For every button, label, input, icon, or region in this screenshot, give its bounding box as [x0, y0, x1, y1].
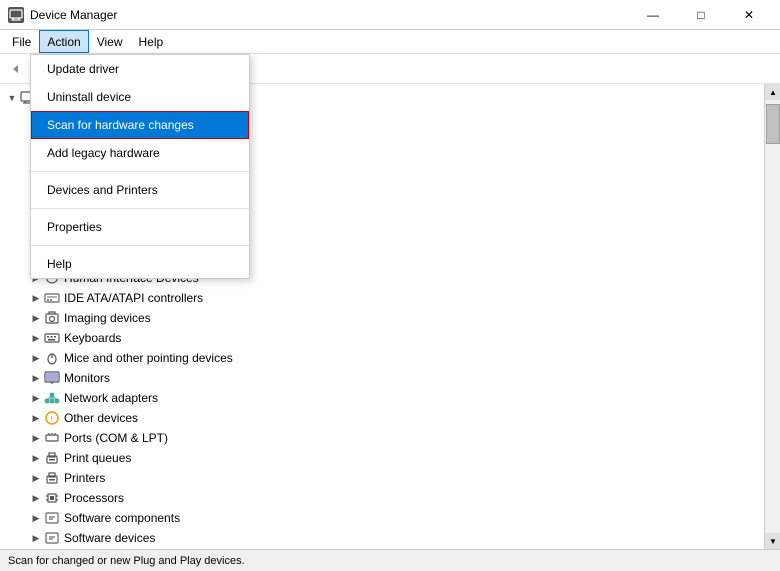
dropdown-update-driver[interactable]: Update driver	[31, 55, 249, 83]
other-device-icon: !	[44, 410, 60, 426]
tree-item-printers[interactable]: ▶ Printers	[0, 468, 764, 488]
dropdown-devices-printers[interactable]: Devices and Printers	[31, 176, 249, 204]
tree-item-processors[interactable]: ▶ Processors	[0, 488, 764, 508]
imaging-label: Imaging devices	[64, 311, 151, 325]
title-left: Device Manager	[8, 7, 117, 23]
softdev-chevron-icon: ▶	[28, 530, 44, 546]
tree-item-imaging[interactable]: ▶ Imaging devices	[0, 308, 764, 328]
ports-label: Ports (COM & LPT)	[64, 431, 168, 445]
tree-item-mice[interactable]: ▶ Mice and other pointing devices	[0, 348, 764, 368]
dropdown-separator-2	[31, 208, 249, 209]
action-dropdown-menu: Update driver Uninstall device Scan for …	[30, 54, 250, 279]
ide-device-icon	[44, 290, 60, 306]
dropdown-uninstall-device[interactable]: Uninstall device	[31, 83, 249, 111]
imaging-device-icon	[44, 310, 60, 326]
ports-device-icon	[44, 430, 60, 446]
softdev-device-icon	[44, 530, 60, 546]
menu-action[interactable]: Action	[39, 30, 88, 53]
softcomp-device-icon	[44, 510, 60, 526]
dropdown-add-legacy[interactable]: Add legacy hardware	[31, 139, 249, 167]
other-chevron-icon: ▶	[28, 410, 44, 426]
tree-item-monitors[interactable]: ▶ Monitors	[0, 368, 764, 388]
menu-view[interactable]: View	[89, 30, 131, 53]
imaging-chevron-icon: ▶	[28, 310, 44, 326]
status-text: Scan for changed or new Plug and Play de…	[8, 555, 245, 567]
monitors-label: Monitors	[64, 371, 110, 385]
scroll-up-button[interactable]: ▲	[765, 84, 780, 100]
softcomp-chevron-icon: ▶	[28, 510, 44, 526]
minimize-button[interactable]: —	[630, 0, 676, 30]
root-chevron-icon: ▼	[4, 90, 20, 106]
back-button[interactable]	[4, 57, 28, 81]
network-chevron-icon: ▶	[28, 390, 44, 406]
printers-device-icon	[44, 470, 60, 486]
status-bar: Scan for changed or new Plug and Play de…	[0, 549, 780, 571]
processors-chevron-icon: ▶	[28, 490, 44, 506]
dropdown-separator-3	[31, 245, 249, 246]
mice-chevron-icon: ▶	[28, 350, 44, 366]
tree-item-printqueues[interactable]: ▶ Print queues	[0, 448, 764, 468]
processors-label: Processors	[64, 491, 124, 505]
title-bar: Device Manager — □ ✕	[0, 0, 780, 30]
printqueues-chevron-icon: ▶	[28, 450, 44, 466]
softcomp-label: Software components	[64, 511, 180, 525]
menu-file[interactable]: File	[4, 30, 39, 53]
menu-bar: File Action View Help	[0, 30, 780, 54]
title-controls: — □ ✕	[630, 0, 772, 30]
ide-chevron-icon: ▶	[28, 290, 44, 306]
printqueues-label: Print queues	[64, 451, 131, 465]
app-icon	[8, 7, 24, 23]
scroll-thumb[interactable]	[766, 104, 780, 144]
menu-help[interactable]: Help	[131, 30, 172, 53]
maximize-button[interactable]: □	[678, 0, 724, 30]
dropdown-properties[interactable]: Properties	[31, 213, 249, 241]
tree-item-network[interactable]: ▶ Network adapters	[0, 388, 764, 408]
svg-text:!: !	[51, 415, 53, 424]
scroll-track[interactable]	[765, 100, 780, 533]
processors-device-icon	[44, 490, 60, 506]
close-button[interactable]: ✕	[726, 0, 772, 30]
dropdown-scan-hardware[interactable]: Scan for hardware changes	[31, 111, 249, 139]
tree-item-keyboards[interactable]: ▶ Keyboards	[0, 328, 764, 348]
other-label: Other devices	[64, 411, 138, 425]
ide-label: IDE ATA/ATAPI controllers	[64, 291, 203, 305]
dropdown-separator-1	[31, 171, 249, 172]
keyboards-label: Keyboards	[64, 331, 121, 345]
keyboards-chevron-icon: ▶	[28, 330, 44, 346]
printers-label: Printers	[64, 471, 105, 485]
scrollbar[interactable]: ▲ ▼	[764, 84, 780, 549]
tree-item-softcomp[interactable]: ▶ Software components	[0, 508, 764, 528]
ports-chevron-icon: ▶	[28, 430, 44, 446]
printers-chevron-icon: ▶	[28, 470, 44, 486]
title-text: Device Manager	[30, 8, 117, 22]
mice-label: Mice and other pointing devices	[64, 351, 233, 365]
network-device-icon	[44, 390, 60, 406]
tree-item-other[interactable]: ▶! Other devices	[0, 408, 764, 428]
keyboards-device-icon	[44, 330, 60, 346]
tree-item-sound[interactable]: ▶Sound, video and game controllers	[0, 548, 764, 549]
monitors-chevron-icon: ▶	[28, 370, 44, 386]
network-label: Network adapters	[64, 391, 158, 405]
tree-item-softdev[interactable]: ▶ Software devices	[0, 528, 764, 548]
tree-item-ide[interactable]: ▶ IDE ATA/ATAPI controllers	[0, 288, 764, 308]
tree-item-ports[interactable]: ▶ Ports (COM & LPT)	[0, 428, 764, 448]
dropdown-help[interactable]: Help	[31, 250, 249, 278]
monitors-device-icon	[44, 370, 60, 386]
softdev-label: Software devices	[64, 531, 155, 545]
printqueues-device-icon	[44, 450, 60, 466]
mice-device-icon	[44, 350, 60, 366]
scroll-down-button[interactable]: ▼	[765, 533, 780, 549]
